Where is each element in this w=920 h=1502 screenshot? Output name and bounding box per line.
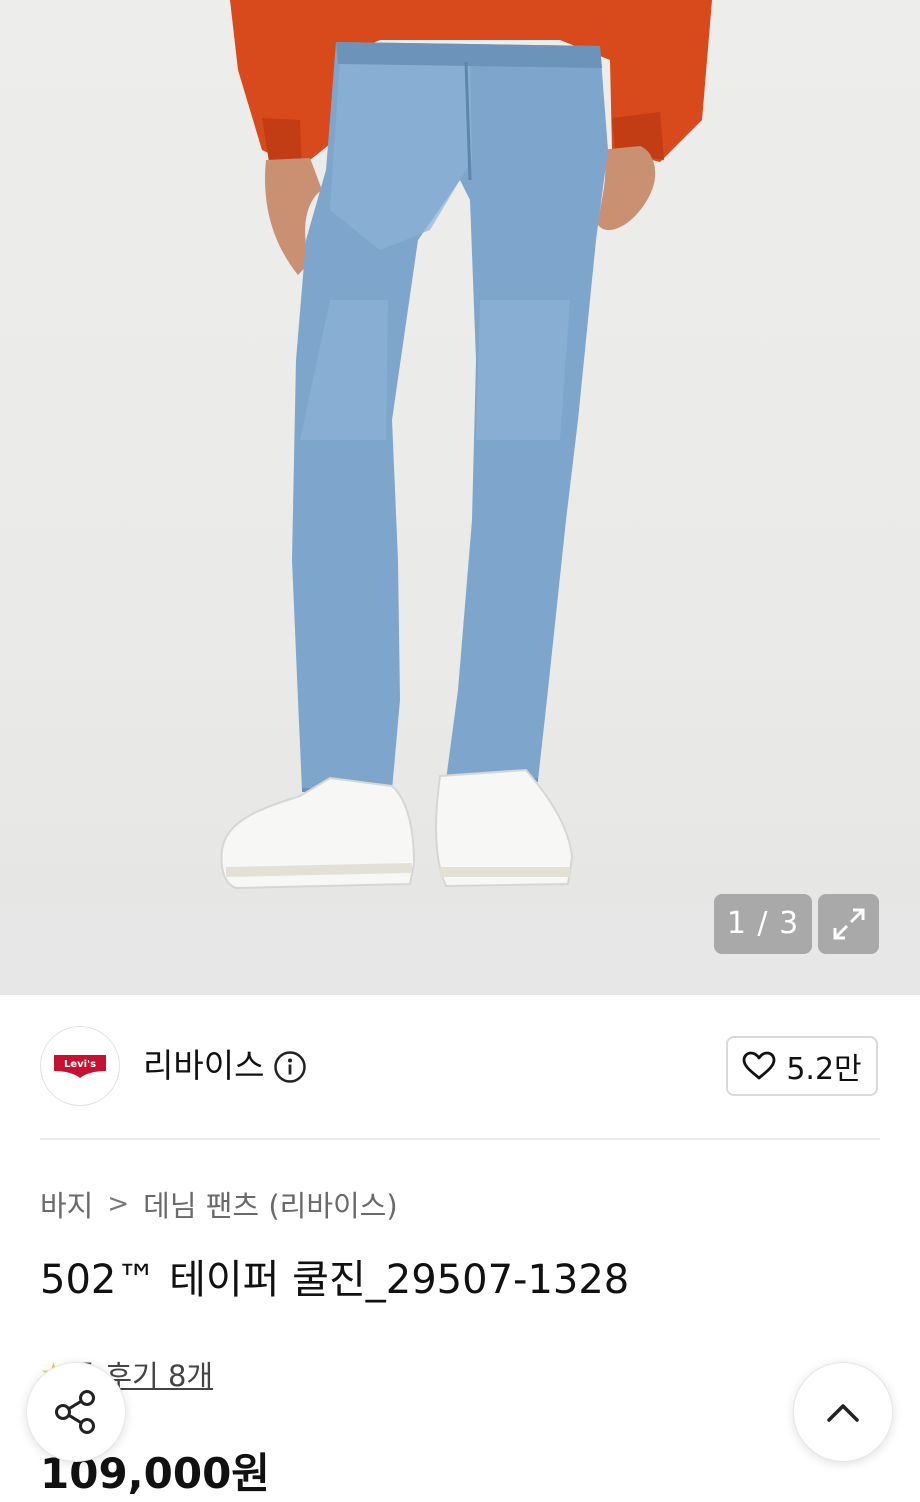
- share-icon: [55, 1390, 95, 1434]
- section-divider: [40, 1138, 880, 1140]
- product-image-gallery[interactable]: 1 / 3: [0, 0, 920, 995]
- breadcrumb-separator: >: [107, 1189, 130, 1219]
- product-photo[interactable]: [0, 0, 920, 905]
- brand-row: Levi's 리바이스 5.2만: [40, 1026, 880, 1108]
- brand-like-button[interactable]: 5.2만: [726, 1036, 878, 1096]
- brand-name[interactable]: 리바이스: [143, 1044, 264, 1088]
- share-button[interactable]: [26, 1362, 126, 1462]
- product-title: 502™ 테이퍼 쿨진_29507-1328: [40, 1257, 630, 1303]
- breadcrumb-subcategory[interactable]: 데님 팬츠 (리바이스): [143, 1183, 398, 1225]
- expand-image-button[interactable]: [818, 894, 879, 954]
- review-count-link[interactable]: 후기 8개: [105, 1353, 213, 1395]
- chevron-up-icon: [827, 1404, 859, 1422]
- image-page-counter: 1 / 3: [714, 894, 812, 954]
- levis-logo: Levi's: [54, 1055, 106, 1078]
- like-count: 5.2만: [786, 1052, 862, 1087]
- info-icon[interactable]: [273, 1050, 307, 1084]
- brand-logo-button[interactable]: Levi's: [40, 1026, 120, 1106]
- heart-icon: [742, 1051, 776, 1080]
- breadcrumb-category[interactable]: 바지: [40, 1183, 93, 1225]
- scroll-to-top-button[interactable]: [793, 1362, 893, 1462]
- svg-text:Levi's: Levi's: [64, 1059, 96, 1070]
- jeans-model-illustration: [220, 0, 712, 890]
- breadcrumb: 바지 > 데님 팬츠 (리바이스): [40, 1184, 398, 1224]
- expand-icon: [833, 908, 864, 940]
